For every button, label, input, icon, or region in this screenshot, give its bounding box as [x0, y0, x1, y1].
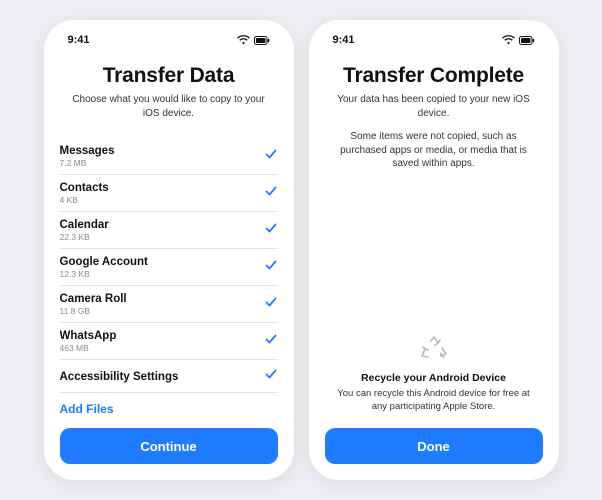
recycle-text: You can recycle this Android device for … [325, 388, 543, 414]
status-bar: 9:41 [325, 34, 543, 50]
item-size: 4 KB [60, 195, 109, 205]
spacer [325, 171, 543, 337]
list-item[interactable]: Contacts 4 KB [60, 175, 278, 212]
status-bar: 9:41 [60, 34, 278, 50]
checkmark-icon [264, 221, 278, 240]
page-title: Transfer Data [60, 64, 278, 88]
transfer-item-list: Messages 7.2 MB Contacts 4 KB Calendar 2… [60, 138, 278, 428]
page-title: Transfer Complete [325, 64, 543, 88]
item-label: Accessibility Settings [60, 371, 179, 383]
item-size: 22.3 KB [60, 232, 109, 242]
checkmark-icon [264, 147, 278, 166]
wifi-icon [237, 35, 250, 45]
list-item[interactable]: Accessibility Settings [60, 360, 278, 393]
list-item[interactable]: Messages 7.2 MB [60, 138, 278, 175]
status-icons [502, 35, 535, 45]
status-time: 9:41 [68, 34, 90, 46]
item-size: 463 MB [60, 343, 117, 353]
checkmark-icon [264, 295, 278, 314]
item-label: Camera Roll [60, 293, 127, 305]
page-subtitle: Your data has been copied to your new iO… [325, 93, 543, 120]
list-item[interactable]: Google Account 12.3 KB [60, 249, 278, 286]
item-size: 7.2 MB [60, 158, 115, 168]
page-subtitle: Choose what you would like to copy to yo… [60, 93, 278, 120]
transfer-note: Some items were not copied, such as purc… [325, 130, 543, 171]
list-item[interactable]: WhatsApp 463 MB [60, 323, 278, 360]
list-item[interactable]: Camera Roll 11.8 GB [60, 286, 278, 323]
list-item[interactable]: Calendar 22.3 KB [60, 212, 278, 249]
done-button[interactable]: Done [325, 428, 543, 464]
item-label: WhatsApp [60, 330, 117, 342]
battery-icon [254, 36, 270, 45]
item-label: Messages [60, 145, 115, 157]
add-files-link[interactable]: Add Files [60, 393, 278, 416]
item-size: 12.3 KB [60, 269, 148, 279]
checkmark-icon [264, 332, 278, 351]
continue-button[interactable]: Continue [60, 428, 278, 464]
status-time: 9:41 [333, 34, 355, 46]
item-label: Contacts [60, 182, 109, 194]
status-icons [237, 35, 270, 45]
checkmark-icon [264, 367, 278, 386]
recycle-title: Recycle your Android Device [325, 372, 543, 384]
item-label: Calendar [60, 219, 109, 231]
phone-transfer-complete: 9:41 Transfer Complete Your data has bee… [309, 20, 559, 480]
recycle-section: Recycle your Android Device You can recy… [325, 336, 543, 414]
wifi-icon [502, 35, 515, 45]
checkmark-icon [264, 258, 278, 277]
battery-icon [519, 36, 535, 45]
item-size: 11.8 GB [60, 306, 127, 316]
checkmark-icon [264, 184, 278, 203]
item-label: Google Account [60, 256, 148, 268]
recycle-icon [325, 336, 543, 364]
phone-transfer-data: 9:41 Transfer Data Choose what you would… [44, 20, 294, 480]
